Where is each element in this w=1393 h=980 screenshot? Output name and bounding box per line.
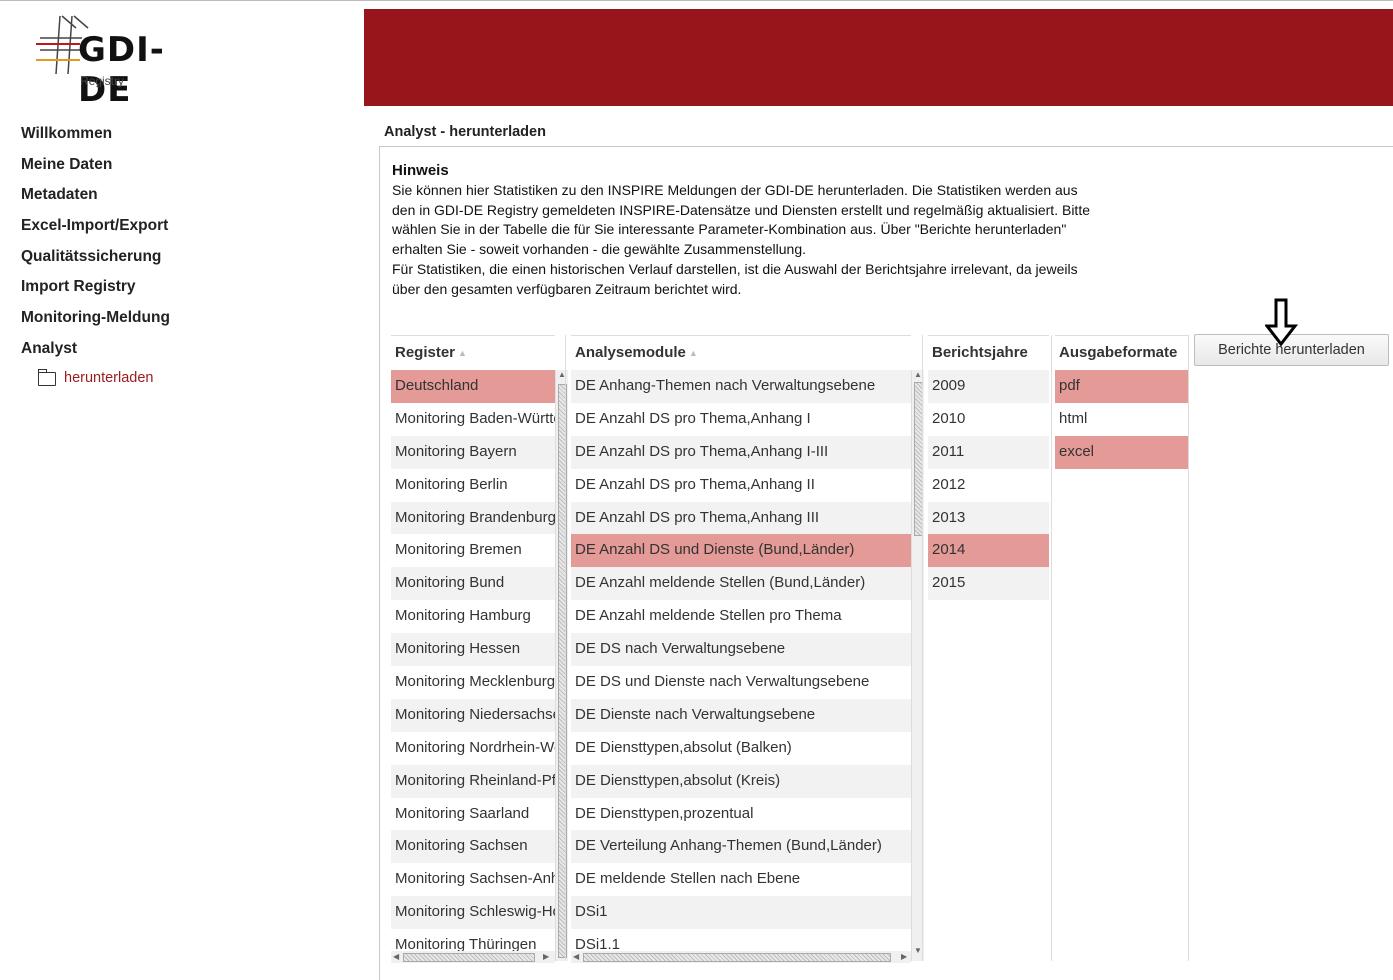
analysemodule-row[interactable]: DE Diensttypen,prozentual — [571, 797, 911, 831]
scroll-up-icon[interactable]: ▲ — [914, 370, 922, 379]
scroll-down-icon[interactable]: ▼ — [914, 946, 922, 955]
register-row[interactable]: Monitoring Schleswig-Holstein — [391, 896, 555, 930]
hint-line: wählen Sie in der Tabelle die für Sie in… — [392, 221, 1067, 238]
analysemodule-row[interactable]: DE Anzahl meldende Stellen pro Thema — [571, 600, 911, 634]
sort-arrow-icon: ▲ — [458, 348, 467, 359]
register-column: Register ▲ Deutschland Monitoring Baden-Wü… — [391, 335, 555, 963]
register-row[interactable]: Monitoring Saarland — [391, 797, 555, 831]
register-row[interactable]: Monitoring Sachsen — [391, 830, 555, 864]
scroll-left-icon[interactable]: ◀ — [393, 952, 399, 961]
analysemodule-header[interactable]: Analysemodule ▲ — [571, 335, 911, 370]
register-row[interactable]: Monitoring Hamburg — [391, 600, 555, 634]
logo-subtitle: Registry — [80, 74, 125, 88]
sidebar-item-import-registry[interactable]: Import Registry — [21, 275, 351, 306]
sidebar-item-meine-daten[interactable]: Meine Daten — [21, 153, 351, 184]
berichtsjahre-row[interactable]: 2013 — [928, 501, 1049, 535]
sidebar-item-herunterladen[interactable]: herunterladen — [37, 369, 154, 386]
register-vscrollbar[interactable]: ▲ — [555, 370, 568, 961]
register-row[interactable]: Monitoring Hessen — [391, 633, 555, 667]
analysemodule-row[interactable]: DE DS und Dienste nach Verwaltungsebene — [571, 666, 911, 699]
register-row[interactable]: Monitoring Niedersachsen — [391, 698, 555, 732]
sidebar-subitem-label: herunterladen — [64, 370, 154, 386]
analysemodule-row[interactable]: DE Diensttypen,absolut (Kreis) — [571, 764, 911, 798]
hint-line: über den gesamten verfügbaren Zeitraum b… — [392, 280, 742, 297]
sidebar-nav: Willkommen Meine Daten Metadaten Excel-Impo… — [21, 122, 351, 368]
register-hscrollbar[interactable]: ◀ ▶ — [391, 951, 555, 963]
register-row[interactable]: Monitoring Nordrhein-Westfalen — [391, 731, 555, 765]
analysemodule-row[interactable]: DE Dienste nach Verwaltungsebene — [571, 698, 911, 732]
berichtsjahre-row[interactable]: 2012 — [928, 468, 1049, 502]
analysemodule-row[interactable]: DE DS nach Verwaltungsebene — [571, 633, 911, 667]
register-row[interactable]: Monitoring Bayern — [391, 435, 555, 469]
analysemodule-column: Analysemodule ▲ DE Anhang-Themen nach Ver… — [571, 335, 911, 963]
gdi-de-logo[interactable]: GDI-DE Registry — [32, 14, 212, 110]
ausgabeformate-header[interactable]: Ausgabeformate — [1055, 335, 1188, 370]
register-row[interactable]: Monitoring Baden-Württemberg — [391, 402, 555, 436]
analysemodule-row[interactable]: DE Anzahl meldende Stellen (Bund,Länder) — [571, 567, 911, 601]
folder-icon — [37, 369, 56, 386]
analysemodule-row[interactable]: DE Anzahl DS pro Thema,Anhang III — [571, 501, 911, 535]
ausgabeformate-row[interactable]: html — [1055, 402, 1188, 436]
register-row[interactable]: Monitoring Rheinland-Pfalz — [391, 764, 555, 798]
analysemodule-row[interactable]: DE Anzahl DS pro Thema,Anhang I — [571, 402, 911, 436]
analysemodule-row[interactable]: DE Anzahl DS pro Thema,Anhang II — [571, 468, 911, 502]
berichtsjahre-row[interactable]: 2014 — [928, 534, 1049, 568]
sidebar-item-willkommen[interactable]: Willkommen — [21, 122, 351, 153]
column-divider — [922, 335, 923, 961]
hint-box: Hinweis Sie können hier Statistiken zu d… — [392, 161, 1192, 300]
sidebar-item-qualitätssicherung[interactable]: Qualitätssicherung — [21, 245, 351, 276]
register-row[interactable]: Monitoring Bund — [391, 567, 555, 601]
ausgabeformate-row[interactable]: pdf — [1055, 370, 1188, 403]
register-row[interactable]: Monitoring Berlin — [391, 468, 555, 502]
sort-arrow-icon: ▲ — [688, 348, 698, 359]
berichtsjahre-row[interactable]: 2010 — [928, 402, 1049, 436]
hint-text: Sie können hier Statistiken zu den INSPI… — [392, 181, 1192, 300]
analysemodule-row[interactable]: DE Verteilung Anhang-Themen (Bund,Länder… — [571, 830, 911, 864]
berichtsjahre-row[interactable]: 2015 — [928, 567, 1049, 601]
hint-line: Für Statistiken, die einen historischen … — [392, 260, 1078, 277]
sidebar-item-metadaten[interactable]: Metadaten — [21, 183, 351, 214]
register-header[interactable]: Register ▲ — [391, 335, 555, 370]
register-row[interactable]: Monitoring Brandenburg — [391, 501, 555, 535]
logo-title: GDI-DE — [78, 30, 165, 110]
analysemodule-row[interactable]: DE Anhang-Themen nach Verwaltungsebene — [571, 370, 911, 403]
header-banner — [364, 9, 1393, 106]
scroll-right-icon[interactable]: ▶ — [543, 952, 549, 961]
sidebar-item-excel-import-export[interactable]: Excel-Import/Export — [21, 214, 351, 245]
analysemodule-row[interactable]: DE Diensttypen,absolut (Balken) — [571, 731, 911, 765]
analysemodule-row[interactable]: DSi1 — [571, 896, 911, 930]
analysemodule-hscroll-thumb[interactable] — [583, 953, 891, 962]
register-row[interactable]: Monitoring Bremen — [391, 534, 555, 568]
analysemodule-row[interactable]: DE Anzahl DS und Dienste (Bund,Länder) — [571, 534, 911, 568]
register-row[interactable]: Deutschland — [391, 370, 555, 403]
analysemodule-row[interactable]: DE meldende Stellen nach Ebene — [571, 863, 911, 897]
register-row[interactable]: Monitoring Sachsen-Anhalt — [391, 863, 555, 897]
hint-line: den in GDI-DE Registry gemeldeten INSPIR… — [392, 201, 1090, 218]
analysemodule-hscrollbar[interactable]: ◀ ▶ — [571, 951, 911, 963]
berichtsjahre-header[interactable]: Berichtsjahre — [928, 335, 1049, 370]
sidebar-item-analyst[interactable]: Analyst — [21, 337, 351, 368]
analysemodule-row[interactable]: DE Anzahl DS pro Thema,Anhang I-III — [571, 435, 911, 469]
hint-line: erhalten Sie - soweit vorhanden - die ge… — [392, 241, 807, 258]
page-title: Analyst - herunterladen — [384, 124, 546, 140]
scroll-left-icon[interactable]: ◀ — [573, 952, 579, 961]
column-divider — [565, 335, 566, 961]
column-divider — [1188, 335, 1189, 961]
berichtsjahre-column: Berichtsjahre 2009 2010 2011 2012 2013 2014 20… — [928, 335, 1049, 601]
hint-line: Sie können hier Statistiken zu den INSPI… — [392, 181, 1078, 198]
berichtsjahre-row[interactable]: 2011 — [928, 435, 1049, 469]
scroll-right-icon[interactable]: ▶ — [901, 952, 907, 961]
ausgabeformate-column: Ausgabeformate pdf html excel — [1055, 335, 1188, 469]
berichtsjahre-row[interactable]: 2009 — [928, 370, 1049, 403]
hint-title: Hinweis — [392, 162, 449, 179]
sidebar-item-monitoring-meldung[interactable]: Monitoring-Meldung — [21, 306, 351, 337]
register-row[interactable]: Monitoring Mecklenburg — [391, 666, 555, 699]
ausgabeformate-row[interactable]: excel — [1055, 435, 1188, 469]
column-divider — [1051, 335, 1052, 961]
top-border — [0, 0, 1393, 1]
register-hscroll-thumb[interactable] — [403, 953, 535, 962]
down-arrow-icon — [1265, 298, 1299, 347]
